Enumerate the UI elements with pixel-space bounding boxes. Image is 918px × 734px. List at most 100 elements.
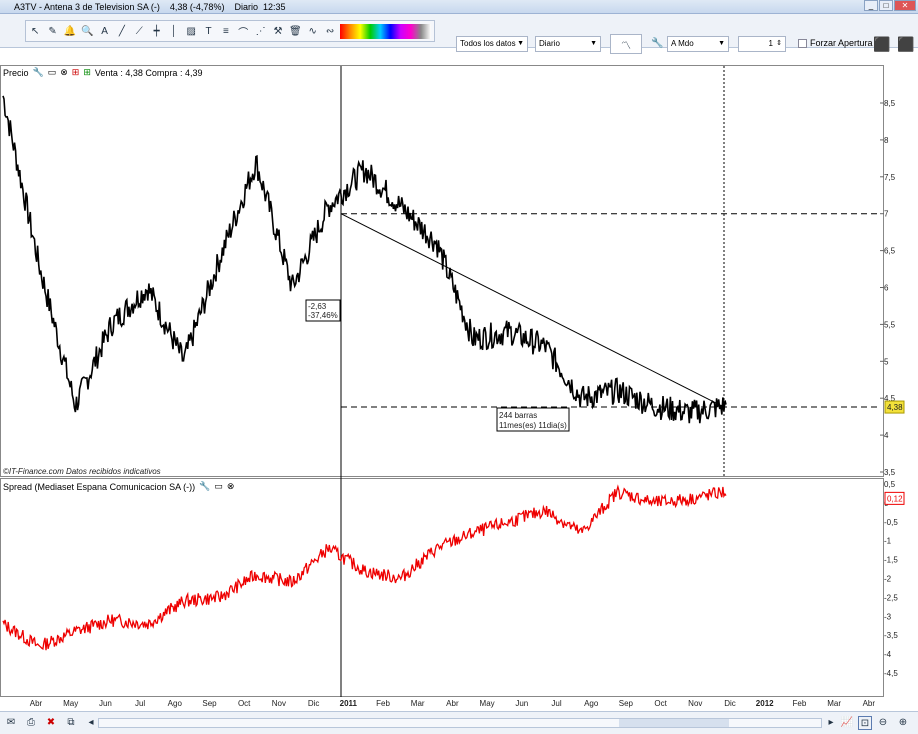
- wave2-icon[interactable]: ∾: [323, 24, 337, 39]
- price-chart-panel: [0, 65, 884, 477]
- add-icon[interactable]: ⊞: [72, 67, 80, 78]
- x-tick-label: Ago: [584, 699, 599, 708]
- alert-icon[interactable]: ⬛: [873, 34, 891, 54]
- chevron-down-icon: ▼: [590, 40, 597, 47]
- y-tick-label: -1: [884, 537, 892, 546]
- chevron-down-icon: ▼: [718, 40, 725, 47]
- zoom-box-icon[interactable]: ⊡: [858, 716, 872, 730]
- force-open-option[interactable]: Forzar Apertura: [798, 38, 873, 48]
- wrench-icon[interactable]: 🔧: [33, 67, 44, 78]
- trendline-icon[interactable]: ╱: [115, 24, 129, 39]
- hline-icon[interactable]: ┿: [149, 24, 163, 39]
- count-value: 1: [768, 39, 773, 48]
- wave-icon[interactable]: ∿: [306, 24, 320, 39]
- x-tick-label: May: [479, 699, 495, 708]
- y-tick-label: 7,5: [884, 173, 896, 182]
- spin-icon: ⇕: [776, 40, 782, 47]
- force-open-checkbox[interactable]: [798, 38, 807, 48]
- close-icon[interactable]: ⊗: [227, 481, 235, 492]
- toolbar: ↖ ✎ 🔔 🔍 A ╱ ⟋ ┿ │ ▨ T ≡ ⌒ ⋰ ⚒ 🗑 ∿ ∾ Todo…: [0, 14, 918, 54]
- status-bar: ✉ ⎙ ✖ ⧉ ◂ ▸ 📈 ⊡ ⊖ ⊕: [0, 711, 918, 734]
- wrench-icon[interactable]: 🔧: [650, 36, 665, 51]
- email-icon[interactable]: ✉: [4, 716, 18, 730]
- arc-icon[interactable]: ⌒: [236, 24, 250, 39]
- y-tick-label: 5: [884, 357, 889, 366]
- x-tick-label: Abr: [862, 699, 876, 708]
- zoom-out-icon[interactable]: ⊖: [876, 716, 890, 730]
- wrench-icon[interactable]: 🔧: [199, 481, 210, 492]
- vline-icon[interactable]: │: [167, 24, 181, 39]
- mode-value: A Mdo: [671, 39, 694, 48]
- spread-last-label: 0,12: [887, 494, 903, 503]
- scrollbar-thumb[interactable]: [619, 719, 729, 727]
- x-tick-label: Sep: [618, 699, 634, 708]
- bell-icon[interactable]: 🔔: [63, 24, 77, 39]
- color-palette-icon[interactable]: [340, 23, 432, 39]
- data-range-select[interactable]: Todos los datos ▼: [456, 36, 528, 52]
- y-tick-label: 5,5: [884, 320, 896, 329]
- x-tick-label: Mar: [410, 699, 425, 708]
- y-tick-label: -1,5: [884, 556, 898, 565]
- y-tick-label: 0: [884, 499, 889, 508]
- add-green-icon[interactable]: ⊞: [83, 67, 91, 78]
- x-tick-label: Feb: [376, 699, 390, 708]
- y-tick-label: 3,5: [884, 468, 896, 477]
- chevron-down-icon: ▼: [517, 40, 524, 47]
- x-tick-label: 2011: [339, 699, 357, 708]
- zoom-in-icon[interactable]: ⊕: [896, 716, 910, 730]
- print-icon[interactable]: ⎙: [24, 716, 38, 730]
- scroll-left-icon[interactable]: ◂: [84, 716, 98, 730]
- tools-icon[interactable]: ⚒: [271, 24, 285, 39]
- scroll-right-icon[interactable]: ▸: [824, 716, 838, 730]
- chart-icon[interactable]: 📈: [840, 716, 854, 730]
- close-icon[interactable]: ⊗: [60, 67, 68, 78]
- maximize-button[interactable]: □: [879, 0, 893, 11]
- spread-chart-panel: [0, 478, 884, 697]
- chart-style-icon[interactable]: 〽: [610, 34, 642, 54]
- x-tick-label: May: [63, 699, 79, 708]
- x-tick-label: Abr: [446, 699, 459, 708]
- spread-panel-header: Spread (Mediaset Espana Comunicacion SA …: [3, 481, 234, 492]
- close-button[interactable]: ✕: [894, 0, 916, 11]
- label-icon[interactable]: A: [97, 24, 111, 39]
- fibonacci-icon[interactable]: ≡: [219, 24, 233, 39]
- x-tick-label: Mar: [827, 699, 841, 708]
- window-icon[interactable]: ▭: [214, 481, 223, 492]
- text-icon[interactable]: T: [201, 24, 215, 39]
- cancel-icon[interactable]: ✖: [44, 716, 58, 730]
- spread-panel-label: Spread (Mediaset Espana Comunicacion SA …: [3, 481, 196, 492]
- x-tick-label: Oct: [237, 699, 251, 708]
- y-tick-label: -4: [884, 650, 892, 659]
- period-select[interactable]: Diario ▼: [535, 36, 601, 52]
- y-tick-label: 6: [884, 284, 889, 293]
- title-bar: A3TV - Antena 3 de Television SA (-) 4,3…: [0, 0, 918, 14]
- y-tick-label: -2: [884, 575, 892, 584]
- x-tick-label: Dic: [724, 699, 736, 708]
- y-tick-label: 4,5: [884, 394, 896, 403]
- horizontal-scrollbar[interactable]: [98, 718, 822, 728]
- channel-icon[interactable]: ▨: [184, 24, 198, 39]
- cursor-icon[interactable]: ↖: [28, 24, 42, 39]
- x-tick-label: Jul: [551, 699, 562, 708]
- ray-icon[interactable]: ⟋: [132, 24, 146, 39]
- y-tick-label: 8,5: [884, 99, 896, 108]
- force-open-label: Forzar Apertura: [810, 38, 873, 48]
- minimize-button[interactable]: _: [864, 0, 878, 11]
- x-tick-label: Feb: [792, 699, 807, 708]
- last-price-label: 4,38: [887, 403, 903, 412]
- fan-icon[interactable]: ⋰: [253, 24, 267, 39]
- copy-icon[interactable]: ⧉: [64, 716, 78, 730]
- y-tick-label: 8: [884, 136, 889, 145]
- mode-select[interactable]: A Mdo ▼: [667, 36, 729, 52]
- window-icon[interactable]: ▭: [48, 67, 57, 78]
- pencil-icon[interactable]: ✎: [45, 24, 59, 39]
- x-tick-label: Sep: [202, 699, 217, 708]
- y-tick-label: 0,5: [884, 480, 896, 489]
- y-tick-label: 4: [884, 431, 889, 440]
- price-panel-header: Precio 🔧 ▭ ⊗ ⊞ ⊞ Venta : 4,38 Compra : 4…: [3, 67, 202, 78]
- trash-icon[interactable]: 🗑: [288, 24, 302, 39]
- zoom-icon[interactable]: 🔍: [80, 24, 94, 39]
- spread-last-badge: [884, 491, 905, 505]
- count-stepper[interactable]: 1 ⇕: [738, 36, 786, 52]
- green-icon[interactable]: ⬛: [897, 34, 915, 54]
